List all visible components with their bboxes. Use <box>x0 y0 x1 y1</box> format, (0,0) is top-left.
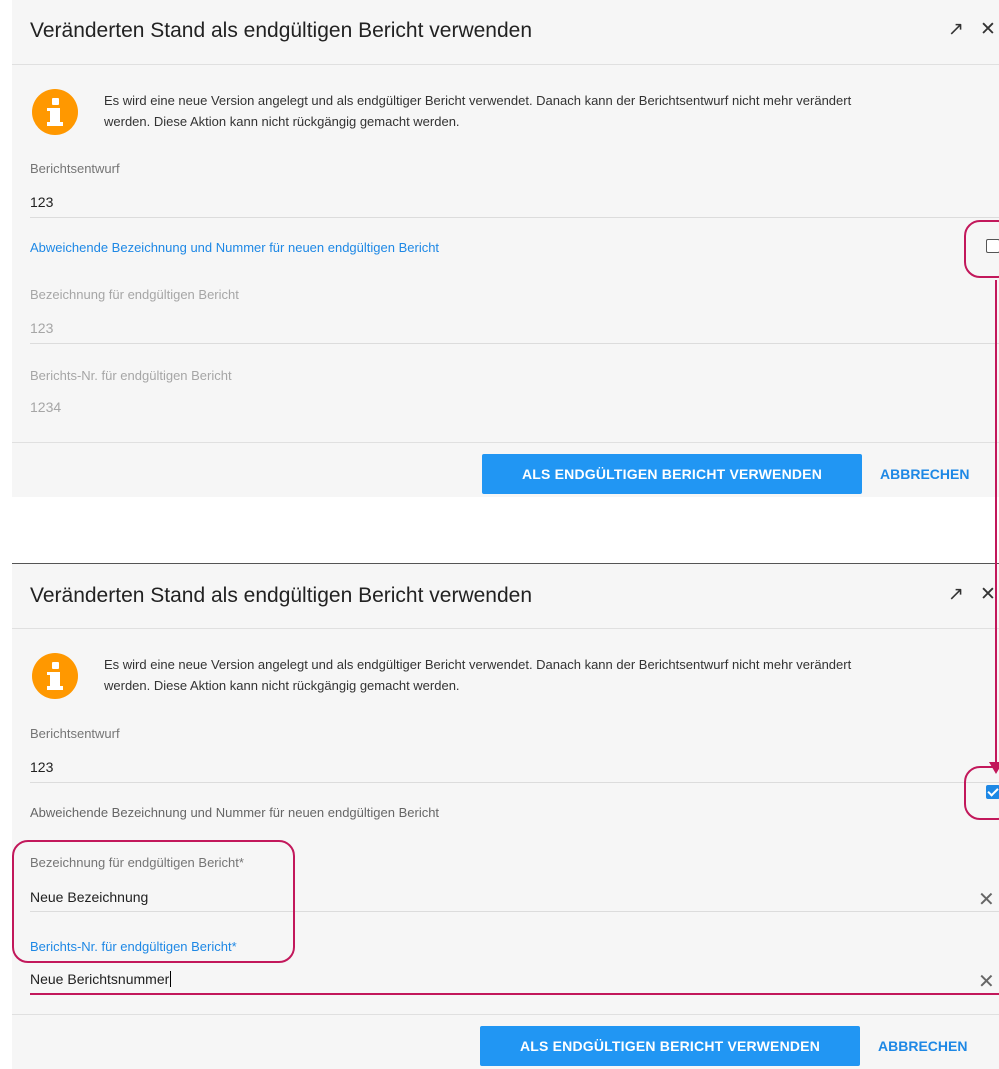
draft-value: 123 <box>30 759 54 775</box>
final-number-input: 1234 <box>30 399 62 415</box>
expand-icon[interactable]: ↗ <box>948 18 964 41</box>
footer-divider <box>12 1014 999 1015</box>
final-name-underline <box>30 343 999 344</box>
final-number-input[interactable]: Neue Berichtsnummer <box>30 971 172 987</box>
final-name-label: Bezeichnung für endgültigen Bericht <box>30 287 239 302</box>
info-icon <box>32 89 78 135</box>
close-icon[interactable]: ✕ <box>980 583 996 606</box>
final-number-value: Neue Berichtsnummer <box>30 971 170 987</box>
highlight-checkbox-unchecked <box>964 220 999 278</box>
dialog-unchecked: Veränderten Stand als endgültigen Berich… <box>12 0 999 497</box>
cancel-button[interactable]: ABBRECHEN <box>878 1038 967 1054</box>
draft-label: Berichtsentwurf <box>30 726 120 741</box>
annotation-arrow-line <box>995 280 997 762</box>
header-divider <box>12 628 999 629</box>
expand-icon[interactable]: ↗ <box>948 583 964 606</box>
close-icon[interactable]: ✕ <box>980 18 996 41</box>
final-number-label: Berichts-Nr. für endgültigen Bericht <box>30 368 232 383</box>
dialog-top-border <box>12 563 999 564</box>
info-message: Es wird eine neue Version angelegt und a… <box>104 657 852 693</box>
use-as-final-report-button[interactable]: ALS ENDGÜLTIGEN BERICHT VERWENDEN <box>482 454 862 494</box>
header-divider <box>12 64 999 65</box>
draft-label: Berichtsentwurf <box>30 161 120 176</box>
footer-divider <box>12 442 999 443</box>
annotation-arrow-head <box>989 762 999 774</box>
draft-value: 123 <box>30 194 54 210</box>
draft-underline <box>30 217 999 218</box>
custom-name-toggle-label[interactable]: Abweichende Bezeichnung und Nummer für n… <box>30 240 439 255</box>
text-caret <box>170 971 172 987</box>
dialog-title: Veränderten Stand als endgültigen Berich… <box>30 584 533 607</box>
clear-number-icon[interactable]: ✕ <box>978 969 995 994</box>
cancel-button[interactable]: ABBRECHEN <box>880 466 969 482</box>
final-name-input: 123 <box>30 320 54 336</box>
dialog-title: Veränderten Stand als endgültigen Berich… <box>30 19 533 42</box>
info-message: Es wird eine neue Version angelegt und a… <box>104 93 852 129</box>
dialog-checked: Veränderten Stand als endgültigen Berich… <box>12 563 999 1069</box>
info-icon <box>32 653 78 699</box>
clear-name-icon[interactable]: ✕ <box>978 887 995 912</box>
highlight-new-fields <box>12 840 295 963</box>
use-as-final-report-button[interactable]: ALS ENDGÜLTIGEN BERICHT VERWENDEN <box>480 1026 860 1066</box>
highlight-checkbox-checked <box>964 766 999 820</box>
draft-underline <box>30 782 999 783</box>
custom-name-toggle-label[interactable]: Abweichende Bezeichnung und Nummer für n… <box>30 805 439 820</box>
final-number-underline-focused <box>30 993 999 995</box>
